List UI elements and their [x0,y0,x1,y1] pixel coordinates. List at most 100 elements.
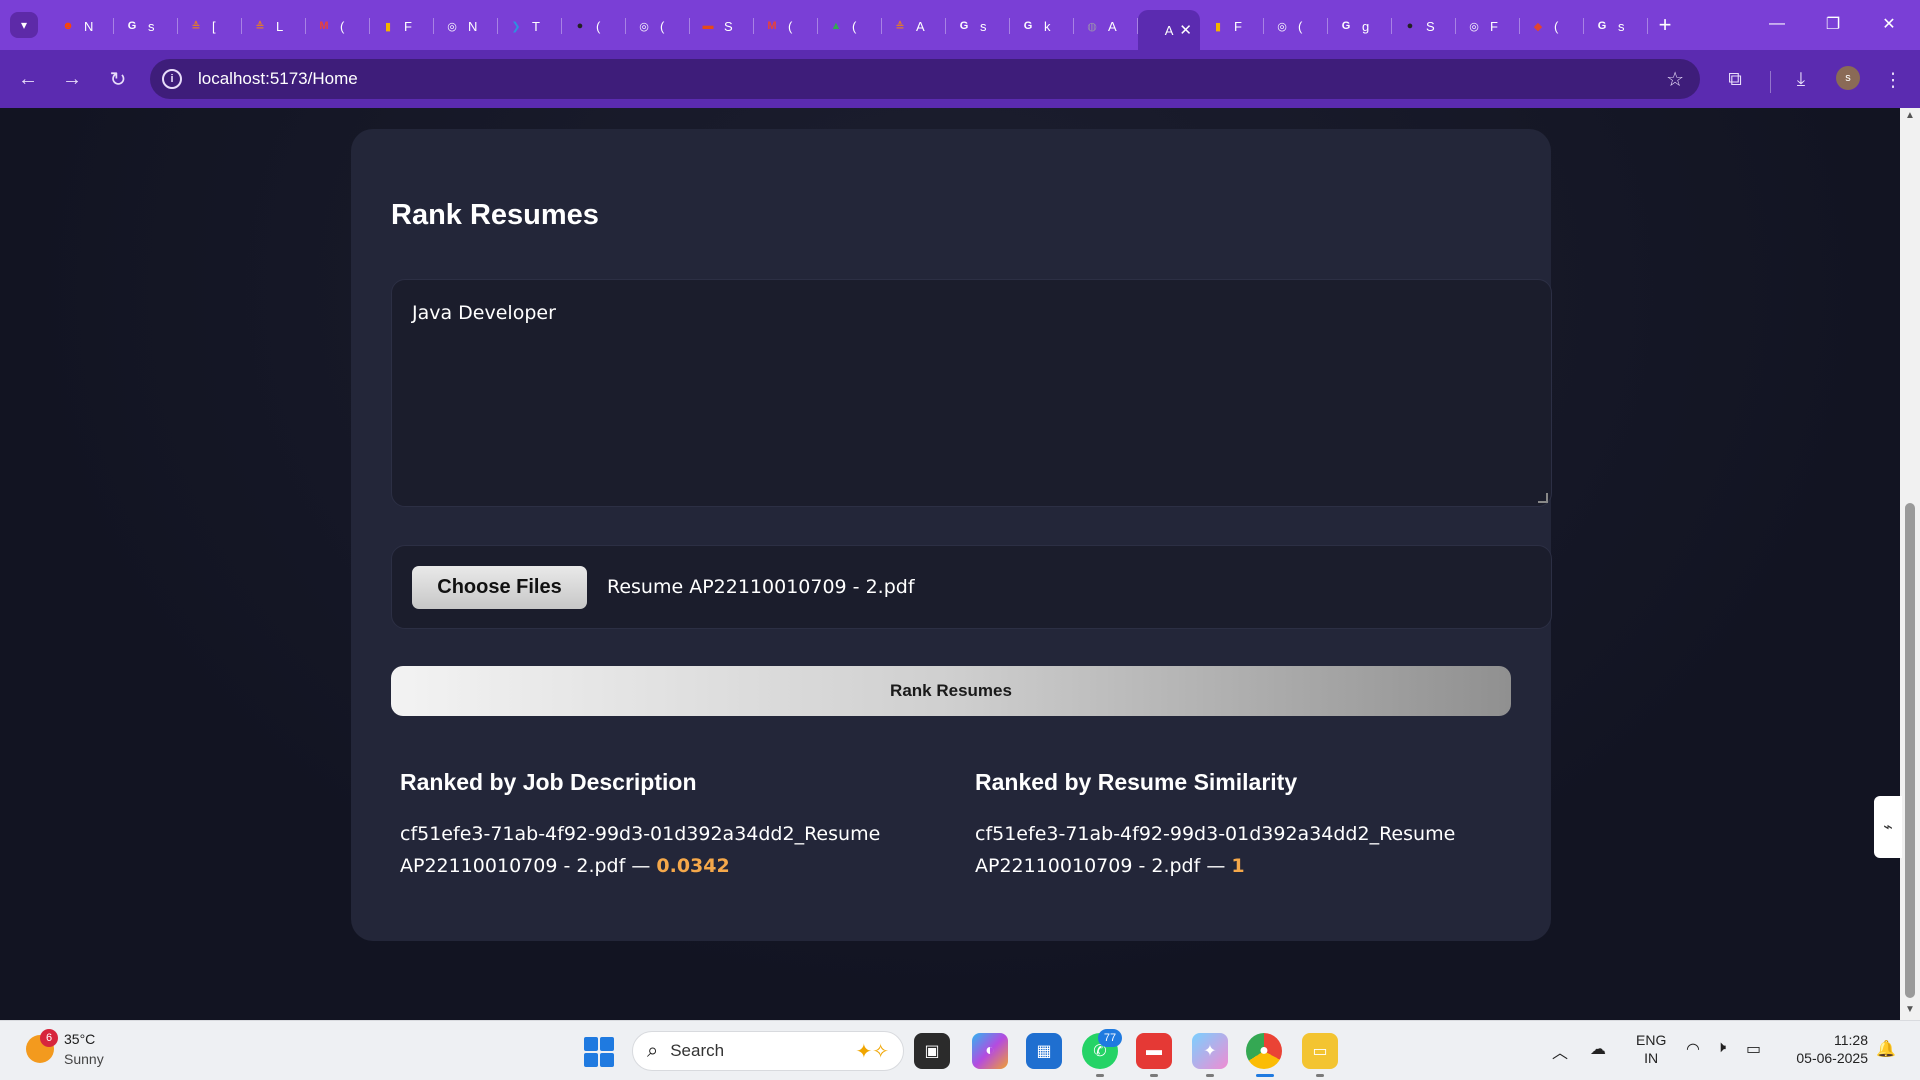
openai-icon: ◎ [447,20,457,33]
choose-files-button[interactable]: Choose Files [412,566,587,609]
battery-icon[interactable]: ▭ [1746,1039,1761,1059]
browser-tab[interactable]: ●( [562,10,626,42]
tab-title: ( [788,18,793,34]
chrome-icon[interactable]: ● [1246,1033,1282,1069]
scroll-thumb[interactable] [1905,503,1915,998]
address-bar[interactable]: i localhost:5173/Home ☆ [150,59,1700,99]
browser-tab[interactable]: ◆( [1520,10,1584,42]
page-viewport: Rank Resumes Java Developer Choose Files… [0,108,1900,1020]
browser-tab[interactable]: ▮ F [370,10,434,42]
browser-tab[interactable]: Gs [946,10,1010,42]
taskbar-search[interactable]: ⌕ Search ✦✧ [632,1031,904,1071]
rank-resumes-button[interactable]: Rank Resumes [391,666,1511,716]
browser-tab[interactable]: ▲( [818,10,882,42]
browser-tab[interactable]: ❯ T [498,10,562,42]
extensions-icon[interactable]: ⧉ [1722,67,1748,93]
close-tab-icon[interactable]: ✕ [1179,21,1192,39]
browser-tab[interactable]: ◍ A [1074,10,1138,42]
taskbar-clock[interactable]: 11:28 05-06-2025 [1788,1031,1868,1067]
github-icon: ● [576,20,584,32]
taskbar-search-placeholder: Search [670,1041,725,1060]
tab-title: N [84,18,94,34]
file-explorer-icon[interactable]: ▭ [1302,1033,1338,1069]
side-panel-toggle-icon[interactable]: ⌁ [1874,796,1902,858]
task-view-icon[interactable]: ▣ [914,1033,950,1069]
page-scrollbar[interactable]: ▲ ▼ [1900,108,1920,1020]
browser-tab[interactable]: ☻ N [50,10,114,42]
scroll-down-icon[interactable]: ▼ [1904,1004,1916,1015]
browser-tab[interactable]: ◎ N [434,10,498,42]
browser-tab[interactable]: ▮ F [1200,10,1264,42]
browser-tab[interactable]: ◎( [1264,10,1328,42]
drive-icon: ▲ [830,20,842,32]
tab-title: ( [852,18,857,34]
globe-icon: ◍ [1087,20,1097,33]
browser-tab[interactable]: Gs [1584,10,1648,42]
vscode-icon: ❯ [511,20,521,33]
onedrive-icon[interactable]: ☁ [1590,1039,1606,1059]
browser-tab[interactable]: M( [754,10,818,42]
browser-tab[interactable]: ◎( [626,10,690,42]
weather-description[interactable]: Sunny [64,1051,104,1067]
git-icon: ◆ [1533,20,1543,33]
scroll-up-icon[interactable]: ▲ [1904,110,1916,121]
start-windows-icon[interactable] [584,1037,614,1067]
site-info-icon[interactable]: i [162,69,182,89]
tab-title: F [404,18,412,34]
openai-icon: ◎ [1469,20,1479,33]
new-tab-button[interactable]: + [1652,12,1678,38]
tab-title: N [468,18,478,34]
browser-tab[interactable]: Gk [1010,10,1074,42]
bookmark-star-icon[interactable]: ☆ [1666,67,1684,92]
gemini-app-icon[interactable]: ✦ [1192,1033,1228,1069]
resize-handle-icon[interactable] [1538,493,1548,503]
microsoft-store-icon[interactable]: ▦ [1026,1033,1062,1069]
tray-overflow-icon[interactable]: ︿ [1552,1039,1568,1063]
notification-bell-icon[interactable]: 🔔 [1876,1039,1896,1059]
windows-taskbar: 6 35°C Sunny ⌕ Search ✦✧ ▣ ◐ ▦ ✆ 77 ▬ ✦ … [0,1020,1920,1080]
ai-logo-icon: ≙ [895,20,905,33]
browser-tab[interactable]: Gg [1328,10,1392,42]
browser-tab[interactable]: A ✕ [1138,10,1200,50]
tab-title: S [1426,18,1435,34]
tab-search-button[interactable]: ▾ [10,12,38,38]
tab-title: ( [660,18,665,34]
google-icon: G [127,20,137,32]
browser-tab[interactable]: ≙[ [178,10,242,42]
language-indicator[interactable]: ENG IN [1636,1031,1666,1067]
reddit-icon: ☻ [62,20,74,32]
tab-title: s [980,18,987,34]
restore-button[interactable]: ❐ [1808,8,1858,40]
speaker-muted-icon[interactable]: 🕨 [1716,1039,1726,1057]
github-icon: ● [1406,20,1414,32]
browser-tab[interactable]: ◎ F [1456,10,1520,42]
wifi-icon[interactable]: ◠ [1686,1039,1700,1059]
browser-tab[interactable]: M( [306,10,370,42]
menu-icon[interactable]: ⋮ [1880,67,1906,93]
forward-button[interactable]: → [58,65,86,93]
tab-separator [1647,18,1648,34]
toolbar-divider [1770,71,1771,93]
profile-avatar[interactable]: s [1836,66,1860,90]
browser-tab[interactable]: ● S [1392,10,1456,42]
minimize-button[interactable]: — [1752,8,1802,40]
browser-tab[interactable]: ≙ A [882,10,946,42]
tab-title: g [1362,18,1370,34]
weather-badge: 6 [40,1029,58,1047]
copilot-icon[interactable]: ◐ [972,1033,1008,1069]
tab-title: A [1108,18,1117,34]
red-app-icon[interactable]: ▬ [1136,1033,1172,1069]
download-icon[interactable]: ⤓ [1788,67,1814,93]
result-file-name: cf51efe3-71ab-4f92-99d3-01d392a34dd2_Res… [400,823,881,877]
browser-tab[interactable]: ▬ S [690,10,754,42]
url-text[interactable]: localhost:5173/Home [198,69,358,89]
browser-tab[interactable]: ≙ L [242,10,306,42]
google-icon: G [1341,20,1351,32]
job-description-textarea[interactable]: Java Developer [391,279,1552,507]
search-icon: ⌕ [647,1039,659,1062]
weather-temperature[interactable]: 35°C [64,1031,95,1047]
back-button[interactable]: ← [14,65,42,93]
close-window-button[interactable]: ✕ [1864,8,1914,40]
reload-button[interactable]: ↻ [104,65,132,93]
browser-tab[interactable]: Gs [114,10,178,42]
